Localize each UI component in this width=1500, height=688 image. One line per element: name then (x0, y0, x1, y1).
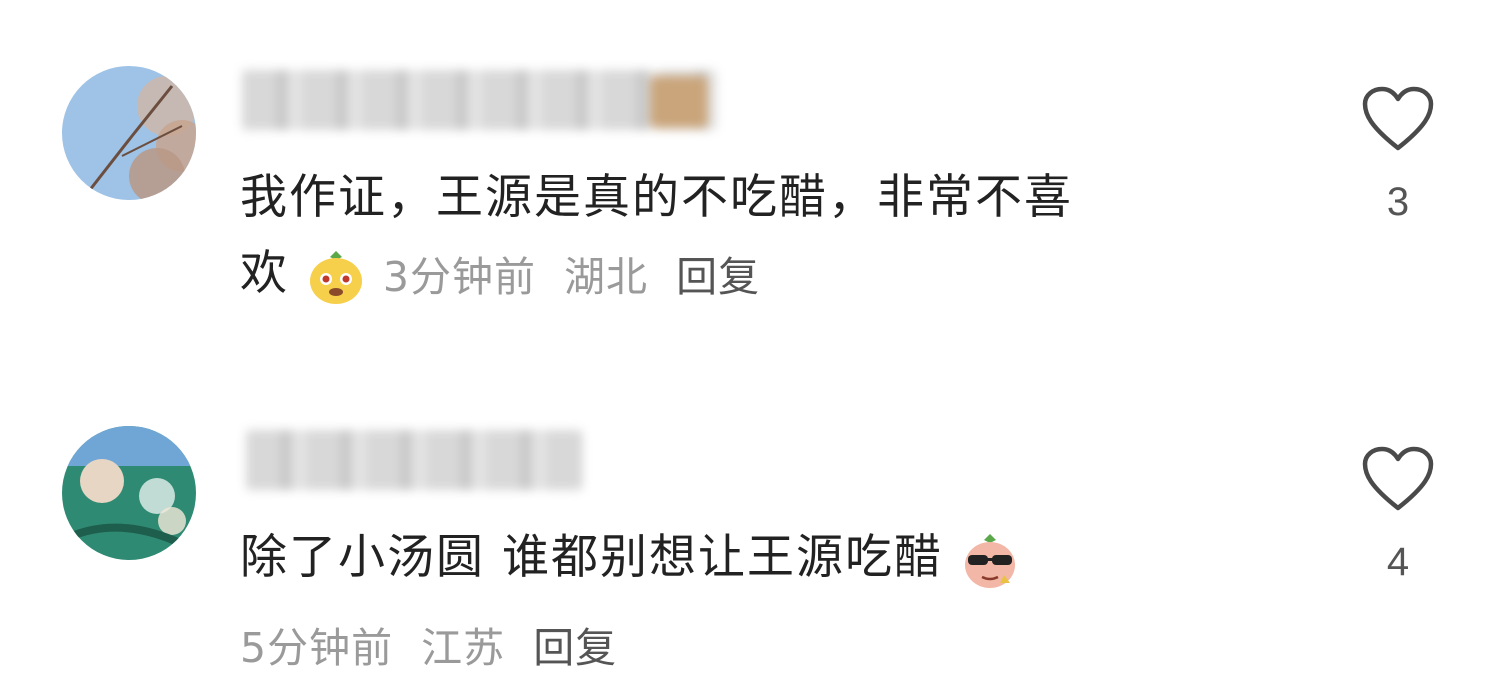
comment-text: 除了小汤圆 谁都别想让王源吃醋 (240, 520, 1280, 596)
comment-meta: 5分钟前 江苏 回复 (240, 620, 631, 676)
comment-time: 3分钟前 (382, 252, 536, 301)
comment-location: 湖北 (564, 252, 649, 301)
heart-outline-icon[interactable] (1362, 446, 1434, 512)
avatar[interactable] (62, 426, 196, 560)
like-count: 3 (1386, 180, 1410, 224)
username-blurred[interactable] (246, 430, 582, 490)
comment-text-line: 欢 3分钟前 湖北 回复 (240, 236, 1280, 315)
sunglasses-face-emoji-icon (960, 531, 1020, 591)
like-button[interactable]: 3 (1358, 86, 1438, 225)
avatar[interactable] (62, 66, 196, 200)
reply-button[interactable]: 回复 (533, 624, 617, 672)
comment-time: 5分钟前 (240, 624, 394, 672)
comment-location: 江苏 (421, 624, 506, 672)
like-count: 4 (1386, 540, 1410, 584)
comment-text-line: 我作证，王源是真的不吃醋，非常不喜 (240, 170, 1073, 225)
heart-outline-icon[interactable] (1362, 86, 1434, 152)
reply-button[interactable]: 回复 (676, 253, 760, 301)
comment-text: 我作证，王源是真的不吃醋，非常不喜 欢 3分钟前 湖北 回复 (240, 160, 1280, 315)
comment-text-line: 除了小汤圆 谁都别想让王源吃醋 (240, 520, 1280, 596)
yellow-face-emoji-icon (306, 247, 366, 307)
like-button[interactable]: 4 (1358, 446, 1438, 585)
comment-meta: 3分钟前 湖北 回复 (383, 253, 774, 301)
username-blurred[interactable] (242, 70, 717, 130)
